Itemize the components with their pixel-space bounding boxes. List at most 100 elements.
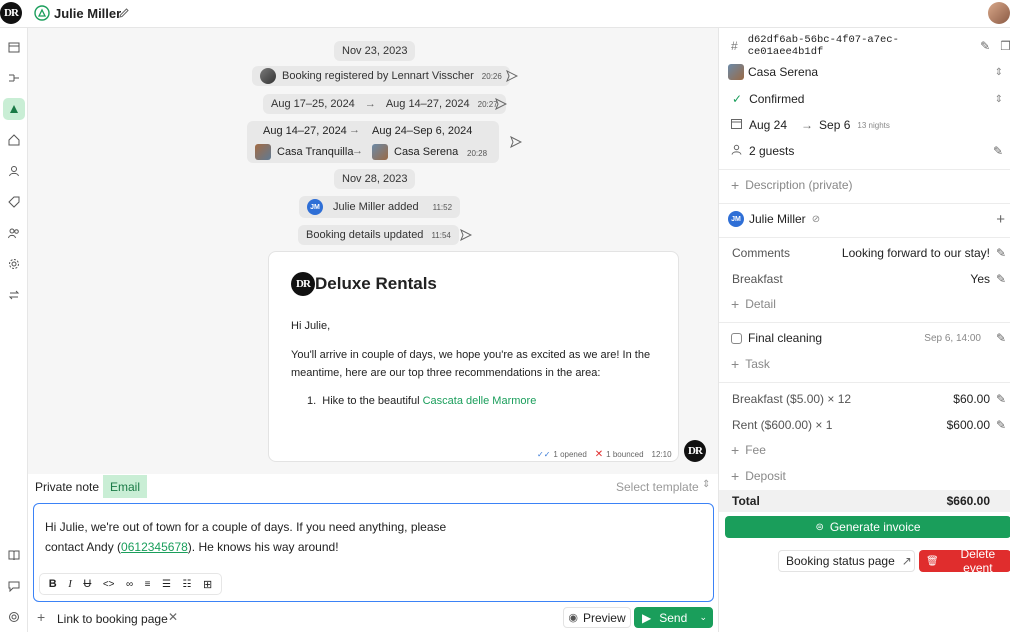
- resend-icon[interactable]: [460, 229, 472, 241]
- updown-chevron-icon[interactable]: ⇕: [702, 479, 710, 490]
- updown-chevron-icon[interactable]: ⇕: [995, 94, 1003, 105]
- unlink-icon[interactable]: ⊘: [812, 214, 820, 225]
- guests-count: 2 guests: [749, 144, 795, 158]
- resend-icon[interactable]: [495, 98, 507, 110]
- bullet-list-icon[interactable]: ☷: [182, 579, 191, 590]
- edit-icon[interactable]: ✎: [996, 331, 1006, 345]
- property-thumbnail: [728, 64, 744, 80]
- guest-avatar: JM: [728, 211, 744, 227]
- email-link[interactable]: Cascata delle Marmore: [423, 395, 537, 407]
- edit-icon[interactable]: ✎: [996, 246, 1006, 260]
- chevron-down-icon[interactable]: ⌄: [699, 612, 707, 623]
- resend-icon[interactable]: [510, 136, 522, 148]
- detail-label: Breakfast: [732, 272, 783, 286]
- edit-guests-icon[interactable]: ✎: [993, 144, 1003, 158]
- team-icon[interactable]: [3, 222, 25, 244]
- italic-icon[interactable]: I: [68, 578, 72, 590]
- add-task-row[interactable]: + Task: [719, 356, 1010, 372]
- status-select[interactable]: ✓ Confirmed ⇕: [719, 91, 1010, 107]
- guests-row[interactable]: 2 guests ✎: [719, 143, 1010, 159]
- event-time: 11:54: [431, 230, 451, 240]
- edit-icon[interactable]: ✎: [996, 272, 1006, 286]
- email-message[interactable]: DR Deluxe Rentals Hi Julie, You'll arriv…: [268, 251, 679, 462]
- external-link-icon: ↗: [901, 554, 912, 568]
- link-icon[interactable]: ∞: [126, 579, 133, 590]
- user-avatar[interactable]: [988, 2, 1010, 24]
- divider: [719, 169, 1010, 170]
- app-logo[interactable]: DR: [0, 2, 22, 24]
- event-text: Julie Miller added: [333, 201, 419, 213]
- table-icon[interactable]: ⊞: [203, 578, 212, 591]
- description-row[interactable]: + Description (private): [719, 177, 1010, 193]
- ordered-list-icon[interactable]: ☰: [162, 579, 171, 590]
- sync-icon[interactable]: [3, 284, 25, 306]
- bold-icon[interactable]: B: [49, 578, 57, 590]
- event-to: Aug 14–27, 2024: [385, 98, 470, 110]
- detail-row-breakfast[interactable]: Breakfast Yes ✎: [719, 271, 1010, 287]
- edit-icon[interactable]: ✎: [996, 418, 1006, 432]
- description-placeholder: Description (private): [745, 178, 853, 192]
- add-fee-label: Fee: [745, 443, 766, 457]
- line-item-label: Rent ($600.00) × 1: [732, 418, 833, 432]
- edit-icon[interactable]: ✎: [996, 392, 1006, 406]
- select-template[interactable]: Select template: [616, 480, 699, 494]
- line-item[interactable]: Rent ($600.00) × 1 $600.00 ✎: [719, 417, 1010, 433]
- remove-attachment-icon[interactable]: ✕: [168, 610, 178, 624]
- message-input[interactable]: Hi Julie, we're out of town for a couple…: [45, 517, 645, 557]
- dates-row[interactable]: Aug 24 → Sep 6 13 nights: [719, 117, 1010, 133]
- tab-email[interactable]: Email: [103, 475, 148, 498]
- book-icon[interactable]: [3, 544, 25, 566]
- support-icon[interactable]: [3, 606, 25, 628]
- message-line: contact Andy (0612345678). He knows his …: [45, 537, 645, 557]
- indent-icon[interactable]: ≡: [145, 579, 151, 590]
- send-button[interactable]: ▶ Send ⌄: [634, 607, 713, 628]
- send-icon: ▶: [642, 610, 652, 625]
- edit-name-icon[interactable]: [118, 7, 130, 22]
- bookings-icon[interactable]: [3, 98, 25, 120]
- preview-button[interactable]: ◉ Preview: [563, 607, 631, 628]
- resend-icon[interactable]: [506, 70, 518, 82]
- property-thumbnail: [372, 144, 388, 160]
- timeline-icon[interactable]: [3, 67, 25, 89]
- add-fee-row[interactable]: + Fee: [719, 442, 1010, 458]
- home-icon[interactable]: [3, 129, 25, 151]
- message-composer[interactable]: Hi Julie, we're out of town for a couple…: [33, 503, 714, 602]
- property-select[interactable]: Casa Serena ⇕: [719, 64, 1010, 80]
- tab-private-note[interactable]: Private note: [35, 480, 99, 494]
- add-deposit-row[interactable]: + Deposit: [719, 468, 1010, 484]
- settings-icon[interactable]: [3, 253, 25, 275]
- add-guest-icon[interactable]: +: [996, 211, 1005, 228]
- end-date: Sep 6: [819, 118, 851, 132]
- add-task-label: Task: [745, 357, 770, 371]
- add-detail-row[interactable]: + Detail: [719, 296, 1010, 312]
- detail-row-comments[interactable]: Comments Looking forward to our stay! ✎: [719, 245, 1010, 261]
- updown-chevron-icon[interactable]: ⇕: [995, 67, 1003, 78]
- delete-event-button[interactable]: 🗑 Delete event: [919, 547, 1010, 575]
- phone-link[interactable]: 0612345678: [121, 540, 188, 554]
- message-text: contact Andy (: [45, 540, 122, 554]
- code-icon[interactable]: <>: [103, 579, 115, 590]
- status-value: Confirmed: [749, 92, 805, 106]
- timeline-event-added: JM Julie Miller added 11:52: [299, 196, 461, 218]
- calendar-icon[interactable]: [3, 36, 25, 58]
- page-title: Julie Miller: [54, 6, 122, 21]
- tag-icon[interactable]: [3, 191, 25, 213]
- generate-invoice-button[interactable]: ⊜ Generate invoice: [725, 516, 1010, 538]
- task-row[interactable]: Final cleaning Sep 6, 14:00 ✎: [719, 330, 1010, 346]
- event-to-dates: Aug 24–Sep 6, 2024: [372, 125, 473, 137]
- arrow-right-icon: →: [349, 124, 360, 136]
- event-text: Booking details updated: [306, 229, 424, 241]
- guest-row[interactable]: JM Julie Miller ⊘ +: [719, 211, 1010, 228]
- edit-id-icon[interactable]: ✎: [980, 39, 990, 53]
- booking-status-page-button[interactable]: Booking status page ↗: [778, 550, 915, 572]
- task-checkbox[interactable]: [731, 332, 742, 344]
- bounced-count: 1 bounced: [606, 450, 644, 459]
- add-attachment-icon[interactable]: +: [37, 609, 45, 625]
- timeline-event-registered: Booking registered by Lennart Visscher 2…: [252, 66, 510, 86]
- person-icon[interactable]: [3, 160, 25, 182]
- email-status: ✓✓ 1 opened ✕ 1 bounced 12:10: [537, 449, 672, 460]
- chat-icon[interactable]: [3, 575, 25, 597]
- copy-icon[interactable]: ❐: [1000, 39, 1010, 53]
- line-item[interactable]: Breakfast ($5.00) × 12 $60.00 ✎: [719, 391, 1010, 407]
- strikethrough-icon[interactable]: U: [83, 578, 91, 590]
